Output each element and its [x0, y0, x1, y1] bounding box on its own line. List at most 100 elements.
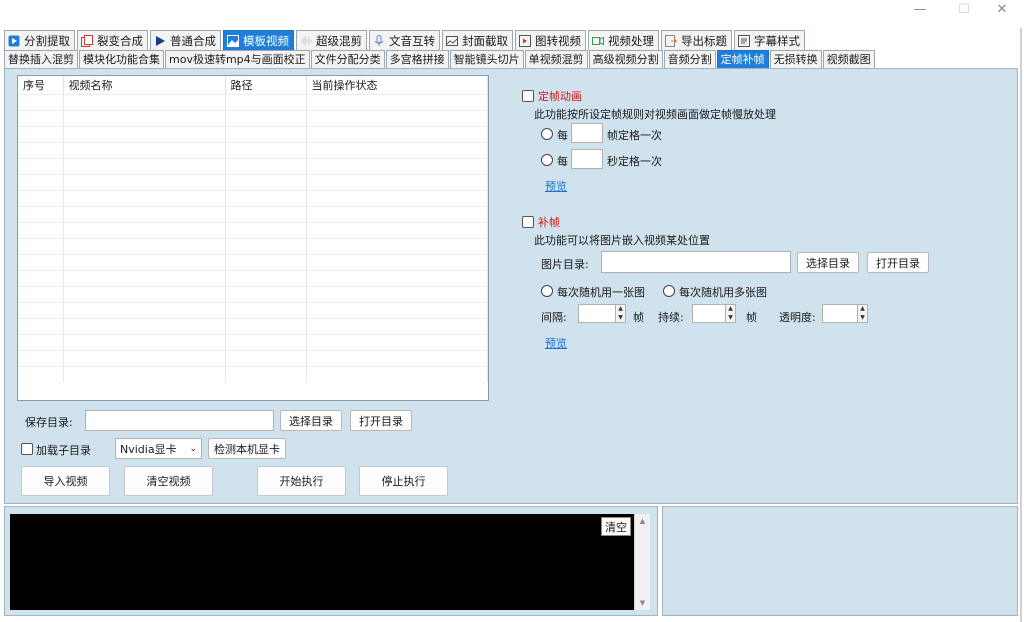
image-dir-choose-button[interactable]: 选择目录 — [797, 252, 859, 273]
table-row[interactable] — [18, 317, 488, 334]
duration-stepper[interactable]: ▲ ▼ — [692, 304, 736, 323]
gpu-select[interactable]: Nvidia显卡 ⌄ — [115, 438, 202, 459]
minimize-button[interactable]: — — [898, 0, 942, 22]
table-row[interactable] — [18, 221, 488, 238]
table-row[interactable] — [18, 141, 488, 158]
tab-export[interactable]: 导出标题 — [661, 30, 732, 50]
table-row[interactable] — [18, 349, 488, 366]
detect-gpu-button[interactable]: 检测本机显卡 — [208, 438, 286, 459]
save-dir-open-button[interactable]: 打开目录 — [350, 410, 412, 431]
table-row[interactable] — [18, 93, 488, 110]
table-row[interactable] — [18, 125, 488, 142]
subtab-item[interactable]: mov极速转mp4与画面校正 — [165, 50, 310, 70]
table-row[interactable] — [18, 253, 488, 270]
freeze-seconds-input[interactable] — [571, 149, 603, 169]
table-cell — [63, 365, 226, 382]
clear-video-button[interactable]: 清空视频 — [124, 466, 213, 496]
random-one-image-radio[interactable] — [541, 285, 553, 297]
stepper-up-icon[interactable]: ▲ — [858, 305, 867, 314]
tab-subtitle[interactable]: 字幕样式 — [734, 30, 805, 50]
subtab-item[interactable]: 替换插入混剪 — [4, 50, 78, 70]
table-row[interactable] — [18, 157, 488, 174]
video-table[interactable]: 序号 视频名称 路径 当前操作状态 — [17, 75, 489, 401]
table-row[interactable] — [18, 237, 488, 254]
start-button[interactable]: 开始执行 — [257, 466, 346, 496]
table-cell — [306, 189, 488, 206]
freeze-per-frame-suffix: 帧定格一次 — [607, 129, 662, 142]
subtab-item[interactable]: 视频截图 — [822, 50, 875, 70]
import-video-button[interactable]: 导入视频 — [21, 466, 110, 496]
column-header-path[interactable]: 路径 — [225, 76, 307, 94]
tab-microphone[interactable]: 文音互转 — [369, 30, 440, 50]
table-cell — [306, 205, 488, 222]
table-cell — [63, 237, 226, 254]
subtab-item[interactable]: 定帧补帧 — [716, 50, 769, 70]
freeze-preview-link[interactable]: 预览 — [545, 178, 567, 194]
log-scrollbar[interactable]: ▲ ▼ — [634, 514, 650, 610]
table-row[interactable] — [18, 205, 488, 222]
fill-preview-link[interactable]: 预览 — [545, 335, 567, 351]
table-cell — [18, 269, 64, 286]
fill-frame-checkbox[interactable] — [522, 216, 534, 228]
subtab-item[interactable]: 音频分割 — [663, 50, 716, 70]
save-dir-choose-button[interactable]: 选择目录 — [280, 410, 342, 431]
interval-label: 间隔: — [541, 311, 567, 324]
table-cell — [306, 349, 488, 366]
freeze-per-second-radio[interactable] — [541, 154, 553, 166]
image-dir-input[interactable] — [601, 251, 791, 273]
opacity-stepper[interactable]: ▲ ▼ — [822, 304, 868, 323]
subtab-item[interactable]: 单视频混剪 — [524, 50, 588, 70]
freeze-animation-desc: 此功能按所设定帧规则对视频画面做定帧慢放处理 — [534, 108, 776, 121]
interval-stepper[interactable]: ▲ ▼ — [578, 304, 626, 323]
subtab-item[interactable]: 高级视频分割 — [588, 50, 663, 70]
subtab-item[interactable]: 智能镜头切片 — [449, 50, 524, 70]
random-many-images-radio[interactable] — [663, 285, 675, 297]
table-row[interactable] — [18, 333, 488, 350]
column-header-index[interactable]: 序号 — [18, 76, 64, 94]
table-row[interactable] — [18, 365, 488, 382]
fill-frame-title: 补帧 — [538, 216, 560, 229]
log-output[interactable] — [10, 514, 634, 610]
log-clear-button[interactable]: 清空 — [601, 517, 631, 536]
scroll-up-icon[interactable]: ▲ — [635, 517, 650, 525]
tab-copy[interactable]: 裂变合成 — [77, 30, 148, 50]
duration-label: 持续: — [658, 311, 684, 324]
tab-video-process[interactable]: 视频处理 — [588, 30, 659, 50]
stepper-down-icon[interactable]: ▼ — [616, 314, 625, 323]
stepper-down-icon[interactable]: ▼ — [726, 314, 735, 323]
column-header-name[interactable]: 视频名称 — [63, 76, 226, 94]
table-row[interactable] — [18, 189, 488, 206]
freeze-per-frame-radio[interactable] — [541, 128, 553, 140]
subtab-item[interactable]: 模块化功能合集 — [79, 50, 164, 70]
table-cell — [18, 125, 64, 142]
tab-picture[interactable]: 封面截取 — [442, 30, 513, 50]
tab-play[interactable]: 普通合成 — [150, 30, 221, 50]
table-row[interactable] — [18, 285, 488, 302]
stepper-up-icon[interactable]: ▲ — [616, 305, 625, 314]
column-header-status[interactable]: 当前操作状态 — [306, 76, 488, 94]
stepper-up-icon[interactable]: ▲ — [726, 305, 735, 314]
tab-slideshow[interactable]: 图转视频 — [515, 30, 586, 50]
load-subdir-checkbox[interactable] — [21, 443, 33, 455]
table-row[interactable] — [18, 109, 488, 126]
stepper-down-icon[interactable]: ▼ — [858, 314, 867, 323]
stop-button[interactable]: 停止执行 — [359, 466, 448, 496]
save-dir-input[interactable] — [85, 410, 274, 431]
scroll-down-icon[interactable]: ▼ — [635, 599, 650, 607]
chevron-down-icon: ⌄ — [189, 443, 197, 454]
tab-image[interactable]: 模板视频 — [223, 30, 294, 50]
tab-waveform[interactable]: 超级混剪 — [296, 30, 367, 50]
table-row[interactable] — [18, 173, 488, 190]
table-row[interactable] — [18, 301, 488, 318]
freeze-frames-input[interactable] — [571, 123, 603, 143]
subtab-item[interactable]: 无损转换 — [769, 50, 822, 70]
table-row[interactable] — [18, 269, 488, 286]
table-cell — [18, 189, 64, 206]
subtab-item[interactable]: 多宫格拼接 — [385, 50, 449, 70]
tab-label: 裂变合成 — [97, 33, 143, 48]
subtab-item[interactable]: 文件分配分类 — [310, 50, 385, 70]
freeze-animation-checkbox[interactable] — [522, 90, 534, 102]
tab-play-square[interactable]: 分割提取 — [4, 30, 75, 50]
image-dir-open-button[interactable]: 打开目录 — [867, 252, 929, 273]
close-button[interactable]: ✕ — [980, 0, 1024, 22]
